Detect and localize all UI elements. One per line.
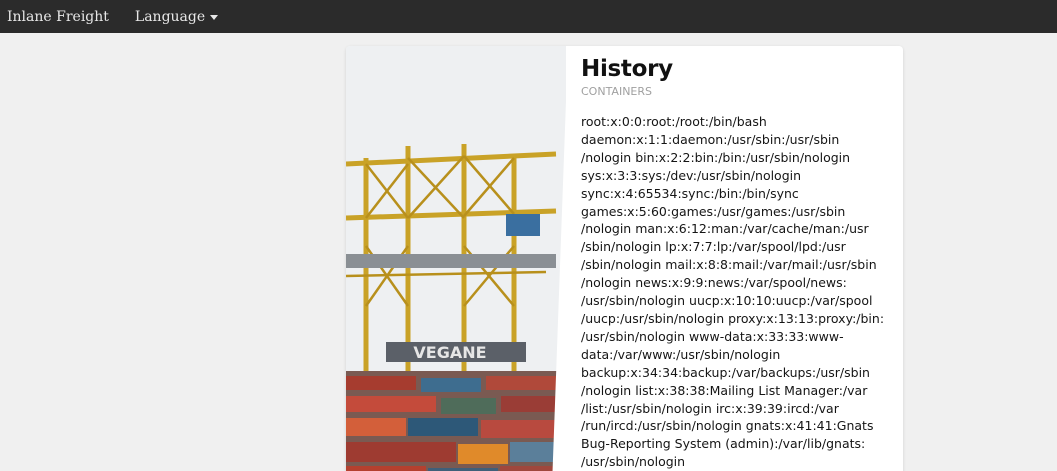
top-navbar: Inlane Freight Language [0,0,1057,33]
card-text: root:x:0:0:root:/root:/bin/bash daemon:x… [581,114,885,470]
language-label: Language [134,8,206,25]
language-dropdown[interactable]: Language [134,8,219,25]
card-title: History [581,56,673,82]
brand-link[interactable]: Inlane Freight [0,9,109,25]
port-cranes-image: VEGANE [346,46,566,471]
caret-down-icon [210,14,219,20]
port-cranes-illustration: VEGANE [346,46,566,471]
card-subtitle: CONTAINERS [581,85,653,98]
card-body: History CONTAINERS root:x:0:0:root:/root… [581,54,896,471]
history-card: VEGANE History CONTAINERS root:x:0:0:roo… [346,46,903,471]
vessel-lettering: VEGANE [413,343,486,362]
